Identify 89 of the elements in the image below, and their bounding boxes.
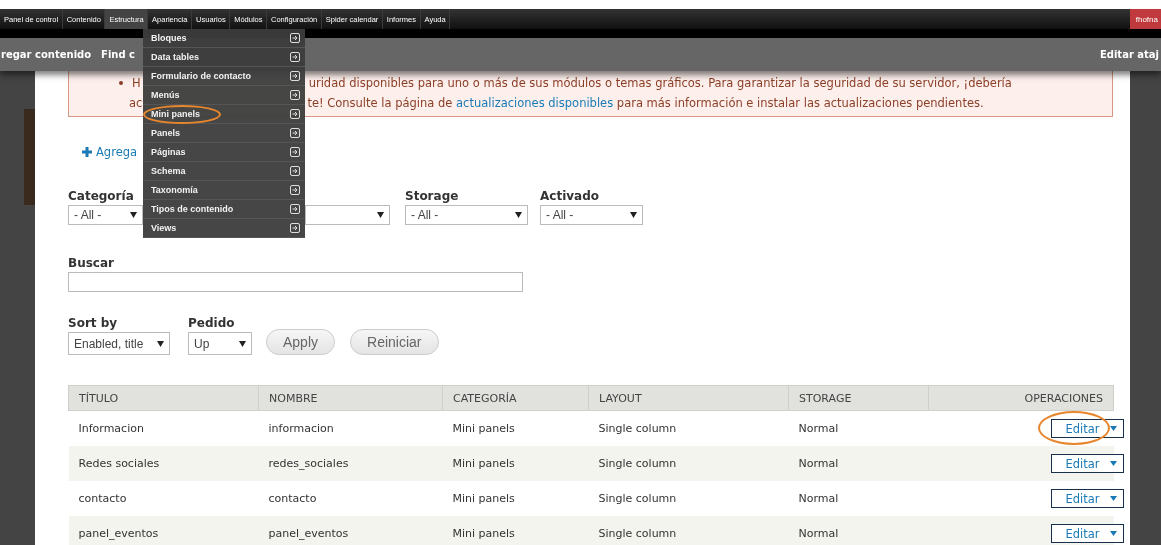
- menu-item[interactable]: Formulario de contacto: [143, 67, 305, 86]
- sort-label: Sort by: [68, 316, 119, 332]
- menu-item[interactable]: Bloques: [143, 29, 305, 48]
- table-cell: Normal: [788, 446, 929, 481]
- arrow-icon: [290, 109, 300, 119]
- menu-item[interactable]: Menús: [143, 86, 305, 105]
- menu-item[interactable]: Views: [143, 219, 305, 238]
- column-header: STORAGE: [788, 385, 929, 411]
- arrow-icon: [290, 223, 300, 233]
- column-header: OPERACIONES: [928, 385, 1114, 411]
- message-text: H: [132, 76, 141, 90]
- menu-item[interactable]: Panels: [143, 124, 305, 143]
- edit-split-button[interactable]: Editar: [1051, 419, 1124, 438]
- arrow-icon: [290, 33, 300, 43]
- caret-icon: [630, 212, 637, 218]
- add-link[interactable]: Agrega: [96, 145, 138, 159]
- table-cell: informacion: [258, 410, 443, 446]
- table-cell: panel_eventos: [258, 516, 443, 545]
- column-header: CATEGORÍA: [442, 385, 589, 411]
- plus-icon: [82, 147, 92, 157]
- menu-item[interactable]: Mini panels: [143, 105, 305, 124]
- table-cell: Normal: [788, 410, 929, 446]
- updates-link[interactable]: actualizaciones disponibles: [456, 96, 614, 110]
- arrow-icon: [290, 204, 300, 214]
- table-cell: redes_sociales: [258, 446, 443, 481]
- caret-icon: [1109, 496, 1117, 501]
- message-text: ac: [129, 96, 143, 110]
- column-header: NOMBRE: [258, 385, 443, 411]
- table-cell: Normal: [788, 481, 929, 516]
- table-cell: Mini panels: [442, 410, 589, 446]
- form-button[interactable]: Reiniciar: [350, 329, 439, 355]
- filter-select[interactable]: - All -: [405, 205, 528, 225]
- menu-item[interactable]: Schema: [143, 162, 305, 181]
- search-label: Buscar: [68, 256, 115, 272]
- arrow-icon: [290, 71, 300, 81]
- filter-label: Activado: [540, 189, 600, 205]
- message-text: uridad disponibles para uno o más de sus módulos o temas gráficos. Para garantizar la seguridad de su servidor, ¡debería: [308, 76, 1012, 90]
- caret-icon: [157, 340, 164, 347]
- edit-shortcuts-link[interactable]: Editar ataj: [1099, 49, 1159, 60]
- table-cell: contacto: [258, 481, 443, 516]
- menu-item[interactable]: Data tables: [143, 48, 305, 67]
- filter-select[interactable]: - All -: [68, 205, 143, 225]
- filter-label: Categoría: [68, 189, 135, 205]
- bullet-icon: [119, 81, 123, 85]
- sort-select[interactable]: Enabled, title: [68, 332, 170, 355]
- table-cell: Single column: [588, 446, 789, 481]
- table-cell: Single column: [588, 410, 789, 446]
- user-menu[interactable]: fhofna: [1129, 9, 1161, 29]
- table-cell: Single column: [588, 481, 789, 516]
- table-cell: Redes sociales: [68, 446, 259, 481]
- caret-icon: [239, 340, 246, 347]
- table-cell: Mini panels: [442, 446, 589, 481]
- sort-label: Pedido: [188, 316, 236, 332]
- shortcut-link[interactable]: regar contenido: [1, 49, 92, 60]
- table-cell: Mini panels: [442, 516, 589, 545]
- message-text: te! Consulte la página de actualizaciones disponibles para más información e instalar las actualizaciones pendientes.: [307, 96, 984, 110]
- menu-item[interactable]: Páginas: [143, 143, 305, 162]
- arrow-icon: [290, 166, 300, 176]
- table-cell: Normal: [788, 516, 929, 545]
- table-cell: Single column: [588, 516, 789, 545]
- caret-icon: [130, 212, 137, 218]
- filter-label: Storage: [405, 189, 460, 205]
- table-cell: contacto: [68, 481, 259, 516]
- edit-split-button[interactable]: Editar: [1051, 454, 1124, 473]
- edit-split-button[interactable]: Editar: [1051, 524, 1124, 543]
- arrow-icon: [290, 147, 300, 157]
- table-cell: Mini panels: [442, 481, 589, 516]
- sort-select[interactable]: Up: [188, 332, 252, 355]
- caret-icon: [1109, 531, 1117, 536]
- caret-icon: [1109, 426, 1117, 431]
- menu-item[interactable]: Tipos de contenido: [143, 200, 305, 219]
- arrow-icon: [290, 52, 300, 62]
- form-button[interactable]: Apply: [266, 329, 336, 355]
- column-header: LAYOUT: [588, 385, 789, 411]
- menu-item[interactable]: Taxonomía: [143, 181, 305, 200]
- arrow-icon: [290, 128, 300, 138]
- shortcut-link[interactable]: Find c: [101, 49, 136, 60]
- arrow-icon: [290, 185, 300, 195]
- filter-select[interactable]: [305, 205, 390, 225]
- column-header: TÍTULO: [68, 385, 259, 411]
- arrow-icon: [290, 90, 300, 100]
- table-cell: panel_eventos: [68, 516, 259, 545]
- edit-split-button[interactable]: Editar: [1051, 489, 1124, 508]
- caret-icon: [515, 212, 522, 218]
- caret-icon: [1109, 461, 1117, 466]
- search-field[interactable]: [68, 272, 523, 292]
- caret-icon: [377, 212, 384, 218]
- table-cell: Informacion: [68, 410, 259, 446]
- filter-select[interactable]: - All -: [540, 205, 643, 225]
